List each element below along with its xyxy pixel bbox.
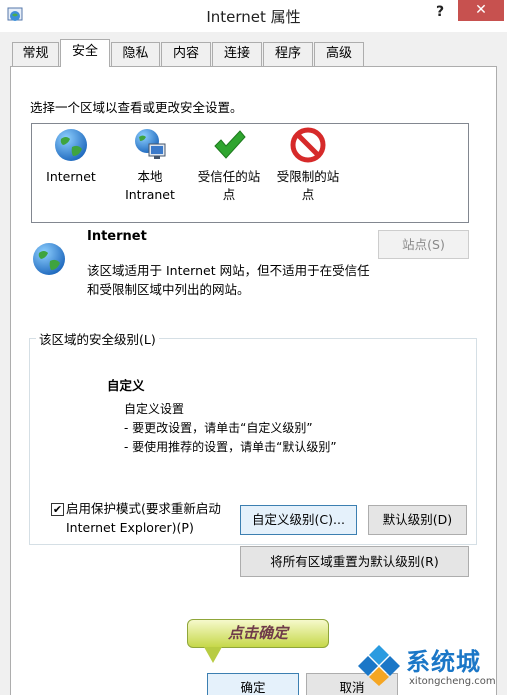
watermark-url: xitongcheng.com <box>409 676 496 687</box>
zone-trusted-sites[interactable]: 受信任的站 点 <box>189 127 269 204</box>
reset-all-zones-button[interactable]: 将所有区域重置为默认级别(R) <box>240 546 469 577</box>
zone-intranet-label-line2: Intranet <box>125 187 175 202</box>
zone-trusted-label-line1: 受信任的站 <box>197 169 261 184</box>
selected-zone-description-line2: 和受限制区域中列出的网站。 <box>87 282 250 297</box>
security-level-line1: 自定义设置 <box>124 402 185 416</box>
zone-restricted-label-line1: 受限制的站 <box>276 169 340 184</box>
selected-zone-description-line1: 该区域适用于 Internet 网站，但不适用于在受信任 <box>87 263 370 278</box>
security-level-line2: - 要更改设置，请单击“自定义级别” <box>124 421 313 435</box>
custom-level-button[interactable]: 自定义级别(C)... <box>240 505 357 535</box>
selected-zone-description: 该区域适用于 Internet 网站，但不适用于在受信任 和受限制区域中列出的网… <box>87 261 377 299</box>
intranet-icon <box>135 129 166 159</box>
annotation-callout: 点击确定 <box>187 619 329 648</box>
default-level-button[interactable]: 默认级别(D) <box>368 505 467 535</box>
zone-internet[interactable]: Internet <box>31 127 111 186</box>
security-level-group-label: 该区域的安全级别(L) <box>36 329 159 348</box>
protected-mode-label-line1: 启用保护模式(要求重新启动 <box>66 501 221 516</box>
protected-mode-label-line2: Internet Explorer)(P) <box>66 520 194 535</box>
watermark-logo-icon <box>358 642 400 686</box>
zone-internet-label: Internet <box>46 169 96 184</box>
security-level-description: 自定义设置 - 要更改设置，请单击“自定义级别” - 要使用推荐的设置，请单击“… <box>124 400 337 457</box>
zone-trusted-label-line2: 点 <box>222 187 236 202</box>
zone-restricted-sites[interactable]: 受限制的站 点 <box>268 127 348 204</box>
selected-zone-globe-icon <box>33 243 65 275</box>
zone-trusted-label: 受信任的站 点 <box>189 168 269 204</box>
zone-intranet-label-line1: 本地 <box>137 169 163 184</box>
zone-restricted-label-line2: 点 <box>301 187 315 202</box>
restricted-icon <box>290 127 326 163</box>
annotation-callout-tail <box>204 647 222 663</box>
selected-zone-title: Internet <box>87 229 147 244</box>
security-level-name: 自定义 <box>107 378 145 393</box>
ok-button[interactable]: 确定 <box>207 673 299 695</box>
zone-intranet-label: 本地 Intranet <box>110 168 190 204</box>
zone-instruction: 选择一个区域以查看或更改安全设置。 <box>30 100 243 115</box>
protected-mode-label: 启用保护模式(要求重新启动 Internet Explorer)(P) <box>66 499 221 537</box>
zone-restricted-label: 受限制的站 点 <box>268 168 348 204</box>
globe-icon <box>55 129 87 161</box>
zone-local-intranet[interactable]: 本地 Intranet <box>110 127 190 204</box>
sites-button[interactable]: 站点(S) <box>378 230 469 259</box>
watermark-name: 系统城 <box>406 648 481 676</box>
checkmark-icon <box>214 130 246 159</box>
protected-mode-checkbox[interactable]: ✔ <box>51 503 64 516</box>
security-level-line3: - 要使用推荐的设置，请单击“默认级别” <box>124 440 337 454</box>
